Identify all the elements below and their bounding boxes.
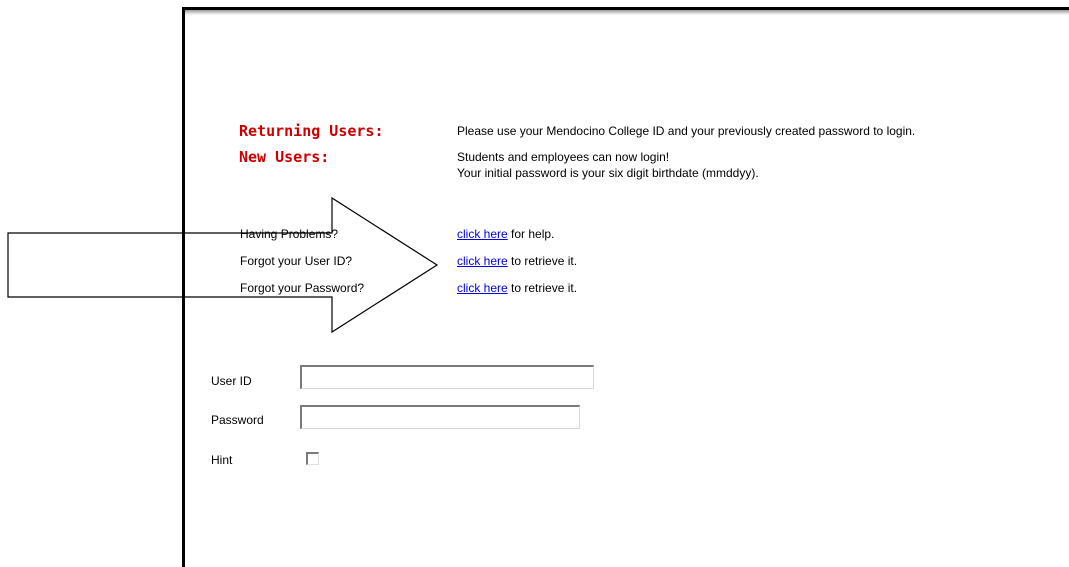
arrow-right-icon — [7, 196, 439, 334]
userid-input[interactable] — [300, 365, 594, 389]
userid-label: User ID — [211, 374, 252, 388]
password-label: Password — [211, 413, 264, 427]
password-input[interactable] — [300, 405, 580, 429]
hint-checkbox[interactable] — [306, 452, 319, 465]
hint-label: Hint — [211, 453, 233, 467]
